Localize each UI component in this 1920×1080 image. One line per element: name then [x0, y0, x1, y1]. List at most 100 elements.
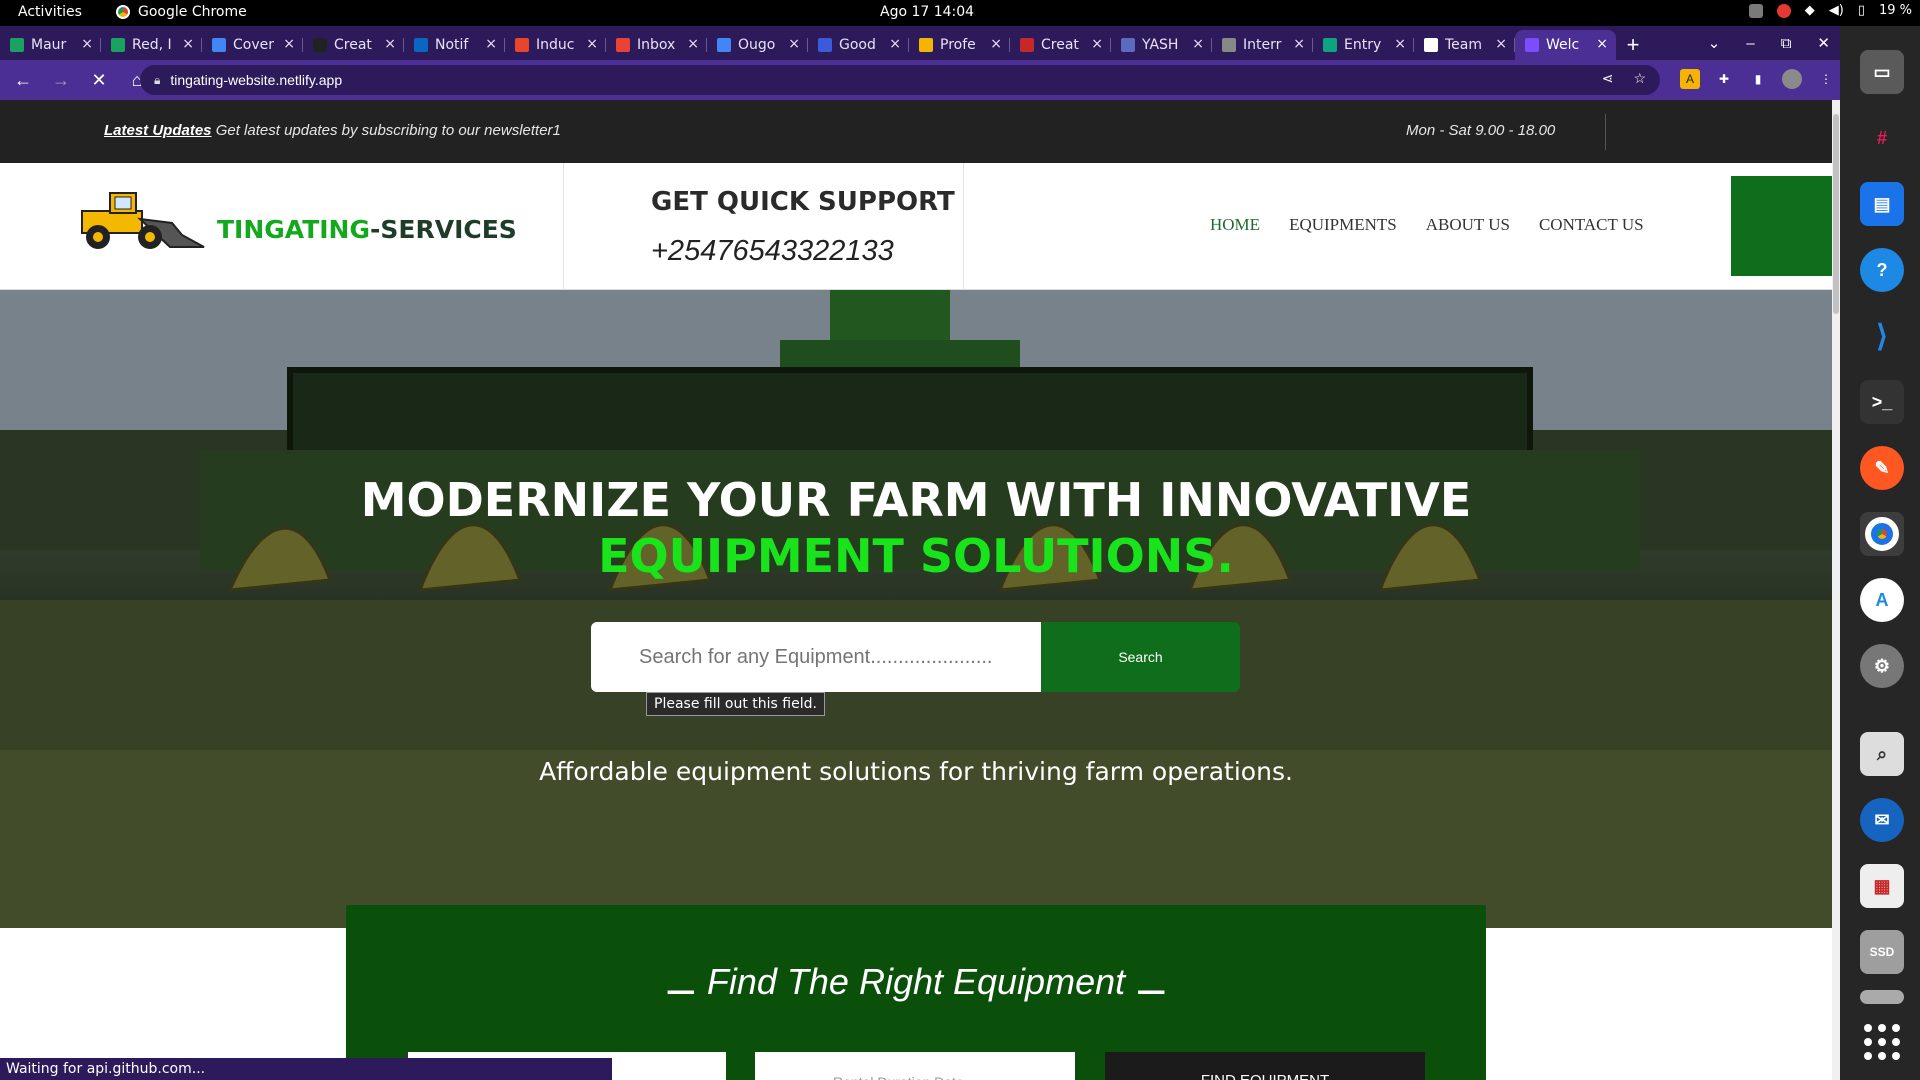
browser-tab[interactable]: Notif ×: [404, 30, 505, 60]
system-tray[interactable]: ◆ ◀) ▯ 19 %: [1748, 3, 1912, 18]
slack-tray-icon[interactable]: [1748, 3, 1763, 18]
nav-item-contact-us[interactable]: CONTACT US: [1539, 215, 1644, 235]
support-phone[interactable]: +25476543322133: [651, 235, 894, 268]
show-apps-grid-icon[interactable]: [1864, 1024, 1900, 1060]
vscode-app-icon[interactable]: ⟩: [1860, 314, 1904, 358]
address-bar[interactable]: 🔒︎ tingating-website.netlify.app ⋖ ☆: [140, 65, 1660, 95]
ssd-drive-icon[interactable]: SSD: [1860, 930, 1904, 974]
minimize-icon[interactable]: –: [1746, 35, 1754, 52]
tab-close-icon[interactable]: ×: [1293, 36, 1305, 52]
window-controls: ⌄ – ⧉ ✕: [1708, 26, 1830, 60]
wifi-icon[interactable]: ◆: [1805, 3, 1815, 18]
app-menu[interactable]: Google Chrome: [116, 4, 247, 20]
image-viewer-icon[interactable]: ⌕: [1860, 732, 1904, 776]
tab-favicon-icon: [1020, 38, 1034, 52]
tab-close-icon[interactable]: ×: [384, 36, 396, 52]
forward-button[interactable]: →: [46, 70, 76, 91]
tab-close-icon[interactable]: ×: [485, 36, 497, 52]
postman-app-icon[interactable]: ✎: [1860, 446, 1904, 490]
do-not-disturb-icon[interactable]: [1776, 3, 1791, 18]
close-window-icon[interactable]: ✕: [1817, 34, 1830, 52]
tab-close-icon[interactable]: ×: [1495, 36, 1507, 52]
share-icon[interactable]: ⋖: [1602, 70, 1614, 87]
chrome-app-icon[interactable]: [1860, 512, 1904, 556]
document-viewer-icon[interactable]: ▦: [1860, 864, 1904, 908]
tab-close-icon[interactable]: ×: [1192, 36, 1204, 52]
tab-close-icon[interactable]: ×: [788, 36, 800, 52]
browser-tab[interactable]: Team ×: [1414, 30, 1515, 60]
battery-icon[interactable]: ▯: [1858, 3, 1865, 18]
nav-item-home[interactable]: HOME: [1210, 215, 1260, 235]
profile-avatar[interactable]: [1782, 69, 1802, 89]
rental-date-input[interactable]: Rental Duration Date: [755, 1052, 1075, 1080]
browser-tab[interactable]: Creat ×: [1010, 30, 1111, 60]
tab-favicon-icon: [1323, 38, 1337, 52]
tab-favicon-icon: [313, 38, 327, 52]
slack-app-icon[interactable]: #: [1860, 116, 1904, 160]
chrome-menu-icon[interactable]: ⋮: [1816, 69, 1836, 89]
clock[interactable]: Ago 17 14:04: [880, 4, 974, 20]
files-app-icon[interactable]: ▭: [1860, 50, 1904, 94]
browser-tab[interactable]: YASH ×: [1111, 30, 1212, 60]
tab-close-icon[interactable]: ×: [687, 36, 699, 52]
extension-icon[interactable]: A: [1680, 69, 1700, 89]
browser-tab[interactable]: Good ×: [808, 30, 909, 60]
divider: [1605, 114, 1606, 150]
search-button[interactable]: Search: [1041, 622, 1240, 692]
browser-tab[interactable]: Profe ×: [909, 30, 1010, 60]
extensions-puzzle-icon[interactable]: ✚: [1714, 69, 1734, 89]
browser-tab[interactable]: Welc ×: [1515, 30, 1616, 60]
browser-tab[interactable]: Red, I ×: [101, 30, 202, 60]
nav-item-about-us[interactable]: ABOUT US: [1426, 215, 1510, 235]
app-center-icon[interactable]: A: [1860, 578, 1904, 622]
new-tab-button[interactable]: +: [1616, 30, 1650, 60]
browser-tab[interactable]: Creat ×: [303, 30, 404, 60]
browser-tab[interactable]: Entry ×: [1313, 30, 1414, 60]
browser-tab[interactable]: Interr ×: [1212, 30, 1313, 60]
browser-tab[interactable]: Maur ×: [0, 30, 101, 60]
settings-app-icon[interactable]: ⚙: [1860, 644, 1904, 688]
volume-icon[interactable]: ◀): [1829, 3, 1844, 18]
hero-section: MODERNIZE YOUR FARM WITH INNOVATIVE EQUI…: [0, 290, 1832, 928]
side-panel-icon[interactable]: ▮: [1748, 69, 1768, 89]
bookmark-star-icon[interactable]: ☆: [1633, 70, 1646, 87]
browser-tab[interactable]: Inbox ×: [606, 30, 707, 60]
thunderbird-app-icon[interactable]: ✉: [1860, 798, 1904, 842]
writer-app-icon[interactable]: ▤: [1860, 182, 1904, 226]
back-button[interactable]: ←: [8, 70, 38, 91]
page-scrollbar[interactable]: [1832, 100, 1840, 1080]
tab-favicon-icon: [515, 38, 529, 52]
restore-icon[interactable]: ⧉: [1781, 35, 1792, 52]
help-app-icon[interactable]: ?: [1860, 248, 1904, 292]
browser-tab[interactable]: Induc ×: [505, 30, 606, 60]
browser-tab[interactable]: Ougo ×: [707, 30, 808, 60]
tab-close-icon[interactable]: ×: [990, 36, 1002, 52]
tab-title: Ougo: [738, 37, 776, 53]
tab-close-icon[interactable]: ×: [1394, 36, 1406, 52]
removable-drive-icon[interactable]: [1860, 990, 1904, 1004]
activities-button[interactable]: Activities: [18, 4, 82, 20]
nav-item-equipments[interactable]: EQUIPMENTS: [1289, 215, 1397, 235]
tab-close-icon[interactable]: ×: [182, 36, 194, 52]
tab-favicon-icon: [616, 38, 630, 52]
terminal-app-icon[interactable]: >_: [1860, 380, 1904, 424]
tab-close-icon[interactable]: ×: [586, 36, 598, 52]
tab-close-icon[interactable]: ×: [889, 36, 901, 52]
header-cta-button[interactable]: [1731, 176, 1832, 276]
equipment-search-input[interactable]: [591, 622, 1041, 692]
tab-favicon-icon: [919, 38, 933, 52]
lock-icon[interactable]: 🔒︎: [154, 73, 160, 88]
stop-loading-button[interactable]: ✕: [84, 70, 114, 91]
tab-search-icon[interactable]: ⌄: [1708, 34, 1721, 52]
latest-updates-link[interactable]: Latest Updates: [104, 122, 212, 139]
scrollbar-thumb[interactable]: [1833, 114, 1839, 314]
tab-close-icon[interactable]: ×: [283, 36, 295, 52]
find-equipment-button[interactable]: FIND EQUIPMENT: [1105, 1052, 1425, 1080]
tab-close-icon[interactable]: ×: [81, 36, 93, 52]
brand-name[interactable]: TINGATING-SERVICES: [217, 215, 517, 244]
tab-close-icon[interactable]: ×: [1091, 36, 1103, 52]
loader-truck-logo[interactable]: [74, 189, 206, 251]
tab-close-icon[interactable]: ×: [1596, 36, 1608, 52]
tab-title: Red, I: [132, 37, 172, 53]
browser-tab[interactable]: Cover ×: [202, 30, 303, 60]
